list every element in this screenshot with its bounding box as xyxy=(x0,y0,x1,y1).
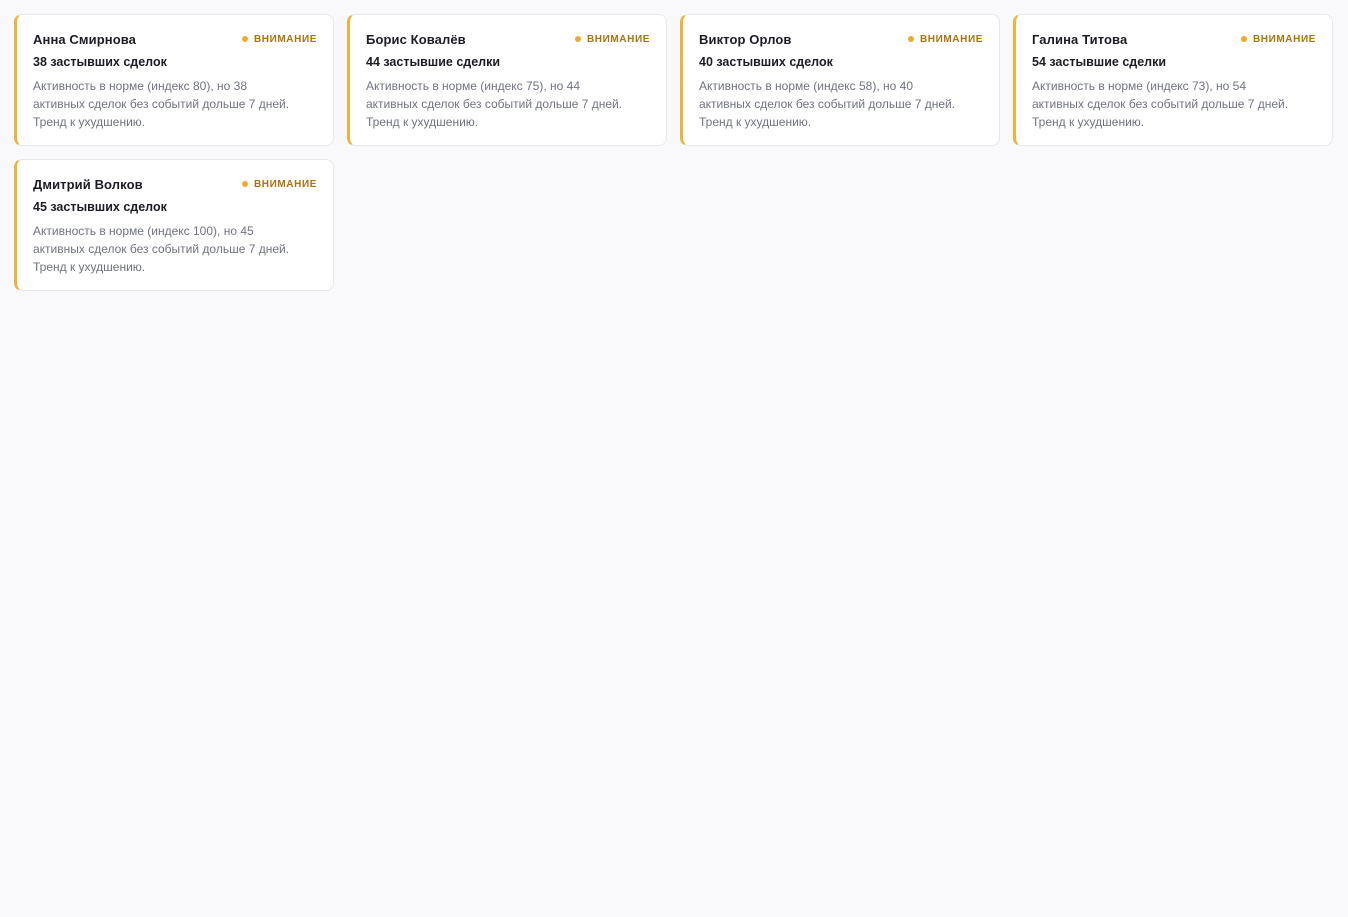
description-line: Активность в норме (индекс 73), но 54 xyxy=(1032,79,1247,93)
status-badge-label: ВНИМАНИЕ xyxy=(253,33,317,45)
card-description: Активность в норме (индекс 58), но 40 ак… xyxy=(699,77,983,131)
description-line: активных сделок без событий дольше 7 дне… xyxy=(33,97,290,111)
manager-cards-grid: Анна Смирнова ВНИМАНИЕ 38 застывших сдел… xyxy=(14,14,1334,291)
stuck-deals-count: 54 застывшие сделки xyxy=(1032,55,1167,69)
status-badge: ВНИМАНИЕ xyxy=(574,33,650,45)
manager-card[interactable]: Галина Титова ВНИМАНИЕ 54 застывшие сдел… xyxy=(1013,14,1333,146)
status-badge-label: ВНИМАНИЕ xyxy=(253,178,317,190)
manager-name: Анна Смирнова xyxy=(33,31,137,47)
description-line: Активность в норме (индекс 58), но 40 xyxy=(699,79,914,93)
status-badge: ВНИМАНИЕ xyxy=(241,178,317,190)
card-description: Активность в норме (индекс 75), но 44 ак… xyxy=(366,77,650,131)
stuck-deals-count: 45 застывших сделок xyxy=(33,200,167,214)
description-line: Тренд к ухудшению. xyxy=(33,260,146,274)
card-header: Виктор Орлов ВНИМАНИЕ xyxy=(699,31,983,47)
description-line: Тренд к ухудшению. xyxy=(33,115,146,129)
description-line: Тренд к ухудшению. xyxy=(1032,115,1145,129)
description-line: Тренд к ухудшению. xyxy=(699,115,812,129)
card-description: Активность в норме (индекс 73), но 54 ак… xyxy=(1032,77,1316,131)
manager-card[interactable]: Борис Ковалёв ВНИМАНИЕ 44 застывшие сдел… xyxy=(347,14,667,146)
status-badge-label: ВНИМАНИЕ xyxy=(1252,33,1316,45)
description-line: активных сделок без событий дольше 7 дне… xyxy=(366,97,623,111)
warning-dot-icon xyxy=(574,36,581,42)
manager-card[interactable]: Дмитрий Волков ВНИМАНИЕ 45 застывших сде… xyxy=(14,159,334,291)
stuck-deals-count: 38 застывших сделок xyxy=(33,55,167,69)
description-line: Активность в норме (индекс 100), но 45 xyxy=(33,224,254,238)
card-header: Анна Смирнова ВНИМАНИЕ xyxy=(33,31,317,47)
status-badge: ВНИМАНИЕ xyxy=(241,33,317,45)
description-line: Активность в норме (индекс 80), но 38 xyxy=(33,79,248,93)
manager-name: Галина Титова xyxy=(1032,31,1128,47)
status-badge-label: ВНИМАНИЕ xyxy=(919,33,983,45)
warning-dot-icon xyxy=(241,181,248,187)
description-line: активных сделок без событий дольше 7 дне… xyxy=(1032,97,1289,111)
stuck-deals-count: 44 застывшие сделки xyxy=(366,55,501,69)
manager-name: Дмитрий Волков xyxy=(33,176,143,192)
manager-name: Борис Ковалёв xyxy=(366,31,466,47)
warning-dot-icon xyxy=(241,36,248,42)
description-line: активных сделок без событий дольше 7 дне… xyxy=(33,242,290,256)
status-badge: ВНИМАНИЕ xyxy=(1240,33,1316,45)
warning-dot-icon xyxy=(1240,36,1247,42)
manager-name: Виктор Орлов xyxy=(699,31,792,47)
warning-dot-icon xyxy=(907,36,914,42)
description-line: Тренд к ухудшению. xyxy=(366,115,479,129)
status-badge: ВНИМАНИЕ xyxy=(907,33,983,45)
description-line: активных сделок без событий дольше 7 дне… xyxy=(699,97,956,111)
description-line: Активность в норме (индекс 75), но 44 xyxy=(366,79,581,93)
manager-card[interactable]: Анна Смирнова ВНИМАНИЕ 38 застывших сдел… xyxy=(14,14,334,146)
card-header: Дмитрий Волков ВНИМАНИЕ xyxy=(33,176,317,192)
status-badge-label: ВНИМАНИЕ xyxy=(586,33,650,45)
card-header: Галина Титова ВНИМАНИЕ xyxy=(1032,31,1316,47)
card-description: Активность в норме (индекс 80), но 38 ак… xyxy=(33,77,317,131)
card-description: Активность в норме (индекс 100), но 45 а… xyxy=(33,222,317,276)
stuck-deals-count: 40 застывших сделок xyxy=(699,55,833,69)
manager-card[interactable]: Виктор Орлов ВНИМАНИЕ 40 застывших сдело… xyxy=(680,14,1000,146)
card-header: Борис Ковалёв ВНИМАНИЕ xyxy=(366,31,650,47)
